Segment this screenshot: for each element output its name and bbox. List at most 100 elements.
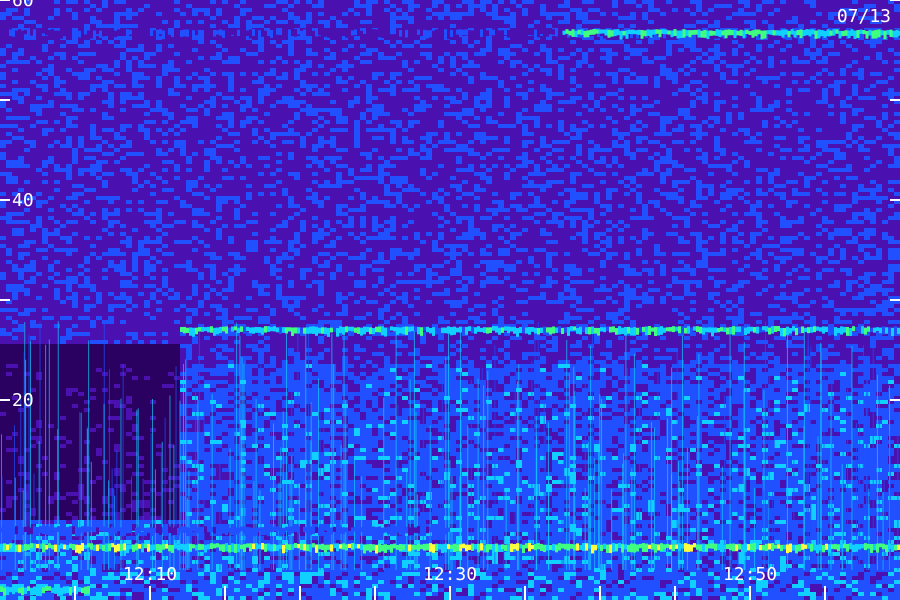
heat-cell: [774, 12, 780, 16]
heat-cell: [120, 108, 126, 112]
heat-cell: [396, 96, 402, 100]
heat-cell: [480, 20, 486, 24]
heat-cell: [798, 80, 804, 84]
heat-cell: [456, 24, 462, 28]
heat-cell: [0, 56, 6, 60]
heat-cell: [618, 108, 624, 112]
heat-cell: [252, 112, 258, 116]
heat-cell: [0, 104, 6, 108]
heat-cell: [498, 8, 504, 12]
heat-cell: [126, 104, 132, 108]
heat-cell: [204, 60, 210, 64]
heat-cell: [324, 8, 330, 12]
heat-cell: [6, 128, 12, 132]
heat-cell: [492, 16, 498, 20]
heat-cell: [174, 72, 180, 76]
heat-cell: [630, 68, 636, 72]
heat-cell: [276, 72, 282, 76]
heat-cell: [216, 108, 222, 112]
heat-cell: [558, 56, 564, 60]
heat-cell: [564, 56, 570, 60]
heat-cell: [24, 120, 30, 124]
heat-cell: [672, 112, 678, 116]
heat-cell: [768, 116, 774, 120]
heat-cell: [672, 76, 678, 80]
heat-cell: [804, 120, 810, 124]
heat-cell: [372, 64, 378, 68]
heat-cell: [252, 68, 258, 72]
heat-cell: [708, 20, 714, 24]
heat-cell: [138, 40, 144, 44]
heat-cell: [54, 8, 60, 12]
heat-cell: [54, 12, 60, 16]
heat-cell: [648, 12, 654, 16]
heat-cell: [804, 44, 810, 48]
heat-cell: [678, 92, 684, 96]
heat-cell: [606, 100, 612, 104]
heat-cell: [510, 44, 516, 48]
heat-cell: [888, 40, 894, 44]
heat-cell: [402, 40, 408, 44]
heat-cell: [378, 88, 384, 92]
heat-cell: [612, 104, 618, 108]
heat-cell: [18, 68, 24, 72]
heat-cell: [870, 76, 876, 80]
heat-cell: [528, 84, 534, 88]
heat-cell: [288, 108, 294, 112]
heat-cell: [606, 116, 612, 120]
heat-cell: [102, 24, 108, 28]
heat-cell: [606, 40, 612, 44]
heat-cell: [636, 124, 642, 128]
heat-cell: [30, 132, 36, 136]
heat-cell: [390, 48, 396, 52]
heat-cell: [462, 116, 468, 120]
heat-cell: [330, 0, 336, 4]
heat-cell: [462, 64, 468, 68]
heat-cell: [360, 4, 366, 8]
heat-cell: [750, 104, 756, 108]
heat-cell: [762, 72, 768, 76]
heat-cell: [396, 120, 402, 124]
heat-cell: [102, 16, 108, 20]
heat-cell: [462, 60, 468, 64]
heat-cell: [6, 48, 12, 52]
heat-cell: [150, 68, 156, 72]
heat-cell: [870, 92, 876, 96]
heat-cell: [138, 84, 144, 88]
heat-cell: [330, 120, 336, 124]
heat-cell: [42, 0, 48, 4]
heat-cell: [432, 16, 438, 20]
heat-cell: [222, 40, 228, 44]
heat-cell: [372, 48, 378, 52]
heat-cell: [192, 60, 198, 64]
heat-cell: [24, 80, 30, 84]
heat-cell: [264, 96, 270, 100]
heat-cell: [822, 0, 828, 4]
heat-cell: [504, 96, 510, 100]
heat-cell: [678, 60, 684, 64]
heat-cell: [798, 24, 804, 28]
heat-cell: [804, 72, 810, 76]
heat-cell: [6, 120, 12, 124]
heat-cell: [702, 16, 708, 20]
heat-cell: [174, 4, 180, 8]
heat-cell: [276, 92, 282, 96]
heat-cell: [534, 20, 540, 24]
heat-cell: [750, 108, 756, 112]
heat-cell: [18, 112, 24, 116]
heat-cell: [168, 56, 174, 60]
heat-cell: [612, 8, 618, 12]
heat-cell: [252, 12, 258, 16]
heat-cell: [84, 88, 90, 92]
heat-cell: [258, 84, 264, 88]
heat-cell: [348, 104, 354, 108]
heat-cell: [108, 88, 114, 92]
heat-cell: [522, 24, 528, 28]
heat-cell: [414, 88, 420, 92]
heat-cell: [24, 84, 30, 88]
heat-cell: [138, 56, 144, 60]
heat-cell: [876, 48, 882, 52]
heat-cell: [396, 40, 402, 44]
heat-cell: [702, 120, 708, 124]
heat-cell: [396, 24, 402, 28]
